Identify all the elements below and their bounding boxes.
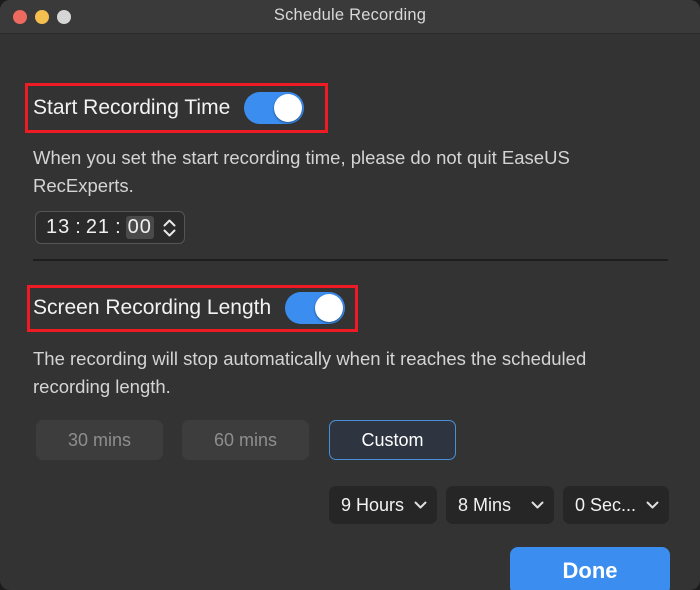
preset-custom-button[interactable]: Custom bbox=[329, 420, 456, 460]
schedule-recording-window: Schedule Recording Start Recording Time … bbox=[0, 0, 700, 590]
preset-60-mins-button[interactable]: 60 mins bbox=[182, 420, 309, 460]
toggle-knob-icon bbox=[315, 294, 344, 322]
duration-seconds-value: 0 Sec... bbox=[575, 494, 637, 515]
start-recording-time-row: Start Recording Time bbox=[33, 92, 305, 124]
window-title: Schedule Recording bbox=[273, 6, 427, 24]
dialog-content: Start Recording Time When you set the st… bbox=[0, 34, 700, 590]
duration-hours-dropdown[interactable]: 9 Hours bbox=[329, 486, 437, 524]
chevron-down-icon bbox=[646, 501, 659, 509]
duration-minutes-value: 8 Mins bbox=[458, 494, 512, 515]
chevron-down-icon bbox=[414, 501, 427, 509]
time-stepper[interactable] bbox=[163, 219, 176, 237]
preset-label: 60 mins bbox=[213, 429, 278, 450]
done-button[interactable]: Done bbox=[510, 547, 670, 590]
title-bar: Schedule Recording bbox=[0, 0, 700, 34]
chevron-down-icon bbox=[163, 229, 176, 236]
time-separator-2: : bbox=[115, 216, 121, 238]
time-separator-1: : bbox=[75, 216, 81, 238]
duration-seconds-dropdown[interactable]: 0 Sec... bbox=[563, 486, 669, 524]
chevron-down-icon bbox=[531, 501, 544, 509]
start-time-field[interactable]: 13 : 21 : 00 bbox=[35, 211, 185, 244]
screen-recording-length-toggle[interactable] bbox=[285, 292, 346, 324]
start-recording-time-description: When you set the start recording time, p… bbox=[33, 147, 570, 196]
start-recording-time-toggle[interactable] bbox=[244, 92, 305, 124]
time-minutes[interactable]: 21 bbox=[86, 216, 110, 239]
duration-hours-value: 9 Hours bbox=[341, 494, 405, 515]
done-button-label: Done bbox=[562, 558, 618, 583]
duration-minutes-dropdown[interactable]: 8 Mins bbox=[446, 486, 554, 524]
preset-label: Custom bbox=[361, 429, 424, 450]
chevron-up-icon bbox=[163, 219, 176, 226]
preset-30-mins-button[interactable]: 30 mins bbox=[36, 420, 163, 460]
screen-recording-length-description: The recording will stop automatically wh… bbox=[33, 348, 587, 397]
section-divider bbox=[33, 259, 668, 261]
screen-recording-length-label: Screen Recording Length bbox=[33, 296, 272, 319]
preset-label: 30 mins bbox=[67, 429, 132, 450]
start-recording-time-label: Start Recording Time bbox=[33, 96, 231, 119]
screen-recording-length-row: Screen Recording Length bbox=[33, 292, 346, 324]
time-seconds[interactable]: 00 bbox=[125, 216, 154, 239]
time-hours[interactable]: 13 bbox=[46, 216, 70, 239]
toggle-knob-icon bbox=[274, 94, 303, 122]
